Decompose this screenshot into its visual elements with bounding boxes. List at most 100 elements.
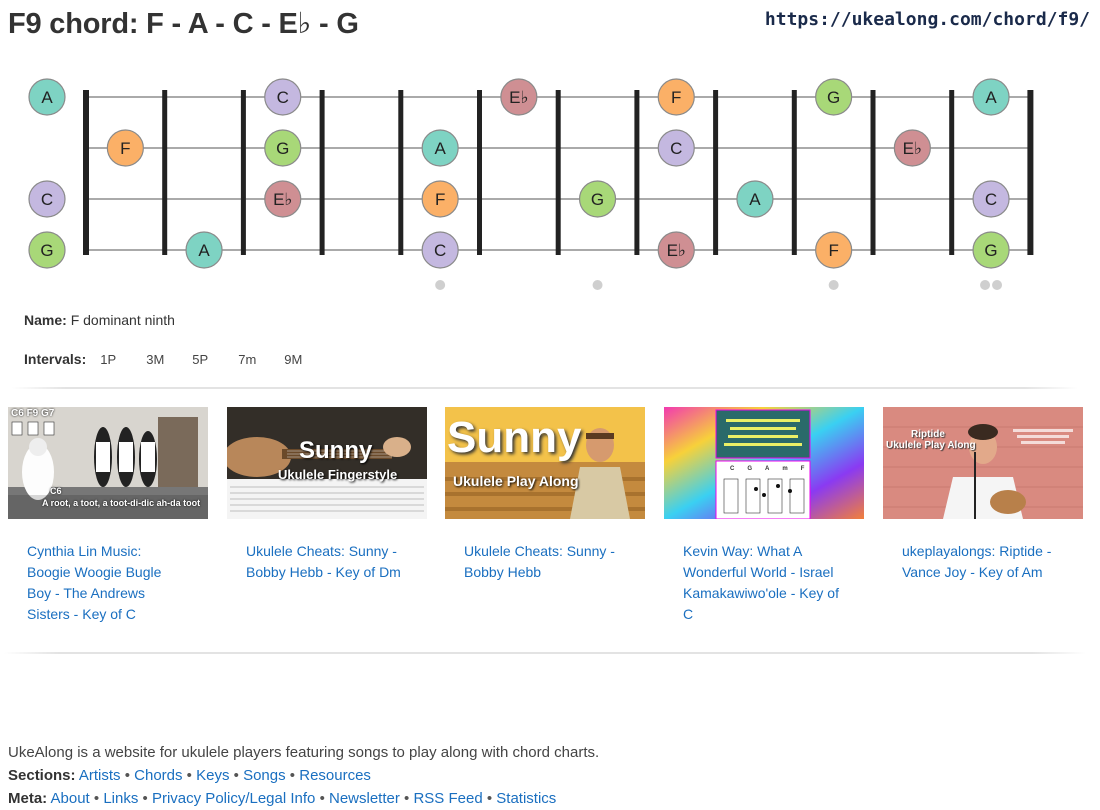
- note-label: C: [985, 190, 997, 209]
- note-label: G: [276, 139, 289, 158]
- thumb-chord-3: G7: [41, 408, 55, 419]
- note-label: E♭: [903, 139, 922, 158]
- note-marker: A: [185, 231, 223, 269]
- note-label: G: [40, 241, 53, 260]
- note-label: E♭: [667, 241, 686, 260]
- note-marker: C: [264, 78, 302, 116]
- note-label: F: [671, 88, 681, 107]
- note-label: C: [670, 139, 682, 158]
- video-card: C6 F9 G7 C6 A root, a toot, a toot-di-di…: [8, 407, 208, 622]
- note-marker: F: [421, 180, 459, 218]
- intervals-label: Intervals:: [24, 351, 87, 367]
- note-label: A: [749, 190, 761, 209]
- video-thumbnail[interactable]: CGAmF: [664, 407, 864, 519]
- section-link-chords[interactable]: Chords: [134, 767, 182, 784]
- note-label: F: [120, 139, 130, 158]
- interval-1: 1P: [100, 351, 117, 367]
- video-link[interactable]: Cynthia Lin Music: Boogie Woogie Bugle B…: [27, 541, 187, 625]
- thumb-title: Riptide: [911, 429, 945, 440]
- section-link-keys[interactable]: Keys: [196, 767, 229, 784]
- fret-marker-5: [435, 280, 446, 290]
- meta-link-about[interactable]: About: [51, 790, 90, 807]
- note-marker: C: [28, 180, 66, 218]
- sections-label: Sections:: [8, 767, 76, 784]
- divider: [4, 652, 1086, 654]
- page-title: F9 chord: F - A - C - E♭ - G: [8, 8, 359, 40]
- note-marker: E♭: [500, 78, 538, 116]
- section-link-artists[interactable]: Artists: [79, 767, 121, 784]
- meta-link-links[interactable]: Links: [103, 790, 138, 807]
- note-marker: F: [106, 129, 144, 167]
- page-url: https://ukealong.com/chord/f9/: [764, 9, 1090, 30]
- video-thumbnail[interactable]: Sunny Ukulele Fingerstyle: [227, 407, 427, 519]
- chord-name-value: F dominant ninth: [70, 312, 175, 328]
- note-marker: G: [815, 78, 853, 116]
- thumbnail-image: [883, 407, 1083, 519]
- note-marker: A: [736, 180, 774, 218]
- thumb-title: Sunny: [299, 437, 373, 464]
- thumb-chord-1: C: [730, 466, 748, 472]
- video-link[interactable]: Ukulele Cheats: Sunny - Bobby Hebb: [464, 541, 624, 583]
- interval-4: 7m: [238, 351, 257, 367]
- video-card: Riptide Ukulele Play Along ukeplayalongs…: [883, 407, 1083, 580]
- note-label: A: [198, 241, 210, 260]
- thumb-subtitle: Ukulele Play Along: [453, 473, 579, 489]
- note-marker: F: [815, 231, 853, 269]
- meta-link-statistics[interactable]: Statistics: [496, 790, 556, 807]
- video-card: Sunny Ukulele Play Along Ukulele Cheats:…: [445, 407, 645, 580]
- note-label: A: [985, 88, 997, 107]
- note-marker: C: [657, 129, 695, 167]
- video-link[interactable]: Ukulele Cheats: Sunny - Bobby Hebb - Key…: [246, 541, 406, 583]
- fretboard-diagram: A C E♭ F G A F G A C E♭ C E♭ F G A C G A C E♭ F G: [28, 78, 1034, 290]
- thumb-chord-3: Am: [765, 466, 801, 472]
- interval-5: 9M: [284, 351, 303, 367]
- note-marker: E♭: [657, 231, 695, 269]
- chord-intervals: Intervals: 1P 3M 5P 7m 9M: [24, 351, 330, 367]
- note-marker: F: [657, 78, 695, 116]
- note-label: C: [434, 241, 446, 260]
- fret-marker-7: [592, 280, 603, 290]
- meta-link-newsletter[interactable]: Newsletter: [329, 790, 400, 807]
- video-link[interactable]: Kevin Way: What A Wonderful World - Isra…: [683, 541, 843, 625]
- note-marker: C: [421, 231, 459, 269]
- thumb-chord-2: G: [747, 466, 766, 472]
- section-link-resources[interactable]: Resources: [299, 767, 371, 784]
- note-marker: A: [972, 78, 1010, 116]
- thumb-chord-1: C6: [11, 408, 24, 419]
- thumb-chord-4: F: [800, 466, 818, 472]
- note-label: C: [277, 88, 289, 107]
- thumbnail-image: [664, 407, 864, 519]
- note-marker: G: [972, 231, 1010, 269]
- thumb-chord-2: F9: [26, 408, 39, 419]
- note-marker: G: [28, 231, 66, 269]
- chord-name-label: Name:: [24, 312, 67, 328]
- note-label: G: [591, 190, 604, 209]
- fret-marker-10: [828, 280, 839, 290]
- note-marker: E♭: [893, 129, 931, 167]
- section-link-songs[interactable]: Songs: [243, 767, 286, 784]
- meta-link-rss[interactable]: RSS Feed: [413, 790, 482, 807]
- note-label: F: [828, 241, 838, 260]
- site-description: UkeAlong is a website for ukulele player…: [8, 744, 600, 761]
- fret-marker-12: [980, 280, 991, 290]
- chord-name: Name: F dominant ninth: [24, 312, 175, 328]
- thumb-subtitle: Ukulele Fingerstyle: [278, 467, 398, 482]
- sections-nav: Sections: Artists • Chords • Keys • Song…: [8, 767, 371, 784]
- video-thumbnail[interactable]: Sunny Ukulele Play Along: [445, 407, 645, 519]
- thumb-title: Sunny: [447, 413, 582, 462]
- note-label: A: [41, 88, 53, 107]
- note-label: G: [984, 241, 997, 260]
- video-link[interactable]: ukeplayalongs: Riptide - Vance Joy - Key…: [902, 541, 1062, 583]
- note-marker: E♭: [264, 180, 302, 218]
- note-label: C: [41, 190, 53, 209]
- video-thumbnail[interactable]: C6 F9 G7 C6 A root, a toot, a toot-di-di…: [8, 407, 208, 519]
- video-thumbnail[interactable]: Riptide Ukulele Play Along: [883, 407, 1083, 519]
- thumb-caption-chord: C6: [50, 486, 62, 496]
- note-marker: G: [264, 129, 302, 167]
- note-label: G: [827, 88, 840, 107]
- meta-label: Meta:: [8, 790, 48, 807]
- note-label: A: [434, 139, 446, 158]
- meta-link-privacy[interactable]: Privacy Policy/Legal Info: [152, 790, 315, 807]
- note-marker: A: [421, 129, 459, 167]
- divider: [12, 387, 1078, 389]
